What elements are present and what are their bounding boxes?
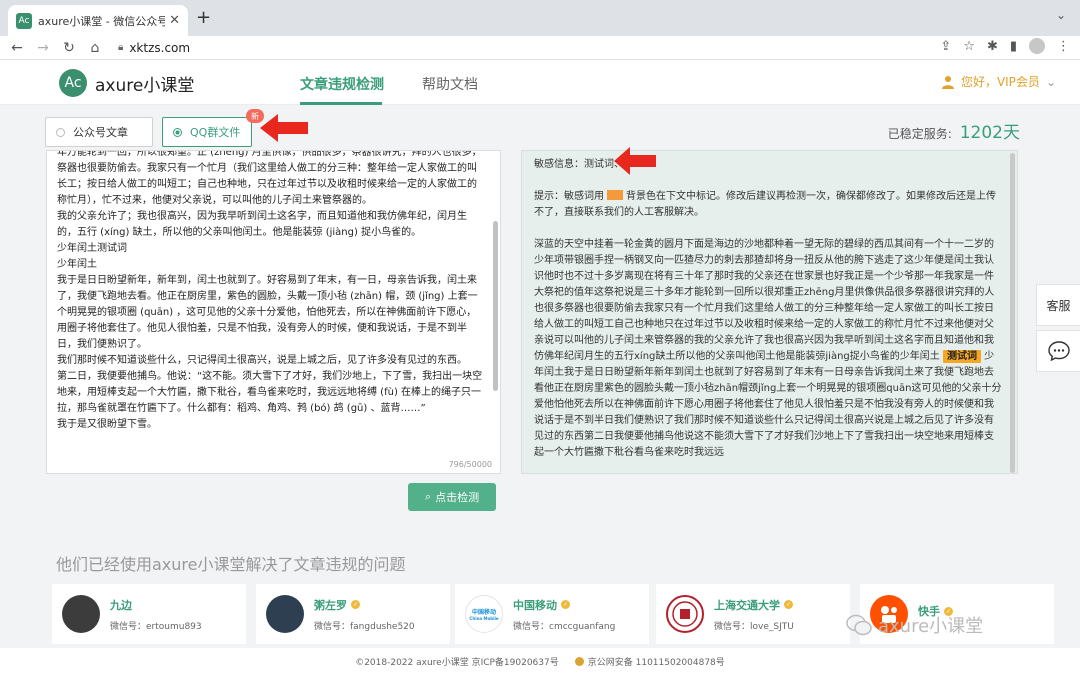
card-name: 中国移动 ✓ [513,597,615,613]
url-text: xktzs.com [129,40,191,55]
watermark-text: axure小课堂 [878,616,984,637]
watermark: axure小课堂 [846,612,983,638]
police-badge-icon [574,657,584,666]
check-button[interactable]: ⌕ 点击检测 [408,483,496,511]
option-label: QQ群文件 [190,126,241,139]
editor-scrollbar[interactable] [493,221,498,391]
users-section-title: 他们已经使用axure小课堂解决了文章违规的问题 [56,555,406,574]
avatar-subtext: China Mobile [469,616,499,621]
logo-text[interactable]: axure小课堂 [95,71,194,96]
verified-icon: ✓ [561,600,570,609]
sensitive-info: 敏感信息：测试词、 [534,159,624,170]
site-header: Ac axure小课堂 文章违规检测 帮助文档 您好，VIP会员 ⌄ [0,60,1080,105]
annotation-arrow-icon [614,147,656,175]
browser-tab[interactable]: Ac axure小课堂 - 微信公众号敏感词 ✕ [8,5,188,36]
result-text-after: 少年闰土我于是日日盼望新年新年到闰土也就到了好容易到了年末有一日母亲告诉我闰土来… [534,351,1002,458]
card-name-text: 上海交通大学 [714,598,780,612]
highlighted-word: 测试词 [942,350,981,363]
forward-icon[interactable]: → [30,40,56,56]
footer: ©2018-2022 axure小课堂 京ICP备19020637号 京公网安备… [0,648,1080,675]
result-body: 深蓝的天空中挂着一轮金黄的圆月下面是海边的沙地都种着一望无际的碧绿的西瓜其间有一… [534,237,1003,461]
annotation-arrow-icon [260,114,308,142]
card-id: 微信号：fangdushe520 [314,621,415,632]
sjtu-seal-icon [666,595,704,633]
address-bar: ← → ↻ ⌂ 🔒︎ xktzs.com ⇪ ☆ ✱ ▮ ⋮ [0,36,1080,60]
home-icon[interactable]: ⌂ [82,40,108,56]
chevron-down-icon[interactable]: ⌄ [1056,8,1066,22]
card-name-text: 中国移动 [513,598,557,612]
card-id: 微信号：cmccguanfang [513,621,616,632]
user-card[interactable]: 粥左罗 ✓ 微信号：fangdushe520 [256,584,450,644]
reload-icon[interactable]: ↻ [56,40,82,56]
hint-prefix: 提示：敏感词用 [534,191,604,202]
card-name: 上海交通大学 ✓ [714,597,794,613]
share-icon[interactable]: ⇪ [940,39,951,54]
profile-avatar[interactable] [1029,38,1045,54]
user-card[interactable]: 中国移动 China Mobile 中国移动 ✓ 微信号：cmccguanfang [455,584,649,644]
extensions-icon[interactable]: ✱ [987,39,998,54]
chat-button[interactable] [1036,330,1080,372]
char-counter: 796/50000 [444,460,492,469]
result-scrollbar[interactable] [1010,153,1015,473]
chevron-down-icon: ⌄ [1045,74,1056,89]
search-icon: ⌕ [424,490,432,503]
option-label: 公众号文章 [73,126,128,139]
wechat-icon [846,614,872,636]
option-qq-file[interactable]: QQ群文件 [162,117,252,147]
nav-help-docs[interactable]: 帮助文档 [422,74,478,94]
sidepanel-icon[interactable]: ▮ [1010,39,1017,54]
menu-icon[interactable]: ⋮ [1057,39,1070,54]
verified-icon: ✓ [351,600,360,609]
radio-checked-icon [173,127,182,137]
hint: 提示：敏感词用 背景色在下文中标记。修改后建议再检测一次，确保都修改了。如果修改后… [534,189,1003,221]
user-menu[interactable]: 您好，VIP会员 ⌄ [941,73,1056,90]
url-field[interactable]: 🔒︎ xktzs.com [118,41,190,55]
browser-tab-bar: Ac axure小课堂 - 微信公众号敏感词 ✕ + ⌄ [0,0,1080,36]
user-card[interactable]: 上海交通大学 ✓ 微信号：love_SJTU [656,584,850,644]
user-icon [941,75,954,89]
copyright[interactable]: ©2018-2022 axure小课堂 京ICP备19020637号 [355,655,559,668]
nav-active-indicator [300,102,382,105]
lock-icon: 🔒︎ [118,42,124,53]
avatar [62,595,100,633]
police-record[interactable]: 京公网安备 11011502004878号 [574,655,725,668]
article-input[interactable]: 年万能轮到一回，所以很郑重。正 (zhēng) 月里供像，供品很多，祭器很讲究，… [46,150,501,474]
verified-icon: ✓ [784,600,793,609]
service-duration: 已稳定服务: 1202天 [888,118,1020,143]
avatar [266,595,304,633]
logo-icon[interactable]: Ac [59,69,87,97]
result-text-before: 深蓝的天空中挂着一轮金黄的圆月下面是海边的沙地都种着一望无际的碧绿的西瓜其间有一… [534,239,995,362]
service-label: 已稳定服务: [887,127,952,141]
back-icon[interactable]: ← [4,40,30,56]
card-name: 粥左罗 ✓ [314,597,415,613]
tab-title: axure小课堂 - 微信公众号敏感词 [38,14,166,28]
user-card[interactable]: 九边 微信号：ertoumu893 [52,584,246,644]
close-icon[interactable]: ✕ [169,13,180,28]
police-record-text: 京公网安备 11011502004878号 [587,658,725,668]
article-text[interactable]: 年万能轮到一回，所以很郑重。正 (zhēng) 月里供像，供品很多，祭器很讲究，… [57,151,486,433]
card-id: 微信号：love_SJTU [714,621,794,632]
radio-icon [56,127,65,137]
customer-service-button[interactable]: 客服 [1036,284,1080,326]
avatar-text: 中国移动 [471,609,496,616]
avatar: 中国移动 China Mobile [465,595,503,633]
chat-icon [1047,341,1070,361]
card-id: 微信号：ertoumu893 [110,621,202,632]
check-button-label: 点击检测 [435,491,480,504]
bookmark-star-icon[interactable]: ☆ [963,39,975,54]
result-panel: 敏感信息：测试词、 提示：敏感词用 背景色在下文中标记。修改后建议再检测一次，确保… [521,150,1018,474]
service-days: 1202天 [959,123,1020,143]
new-tab-icon[interactable]: + [196,8,211,28]
favicon-icon: Ac [16,12,32,29]
card-name: 九边 [110,598,132,612]
highlight-swatch [607,190,623,200]
nav-article-check[interactable]: 文章违规检测 [300,74,384,94]
user-greeting: 您好，VIP会员 [960,75,1040,89]
card-name-text: 粥左罗 [314,598,347,612]
option-official-article[interactable]: 公众号文章 [45,117,153,147]
